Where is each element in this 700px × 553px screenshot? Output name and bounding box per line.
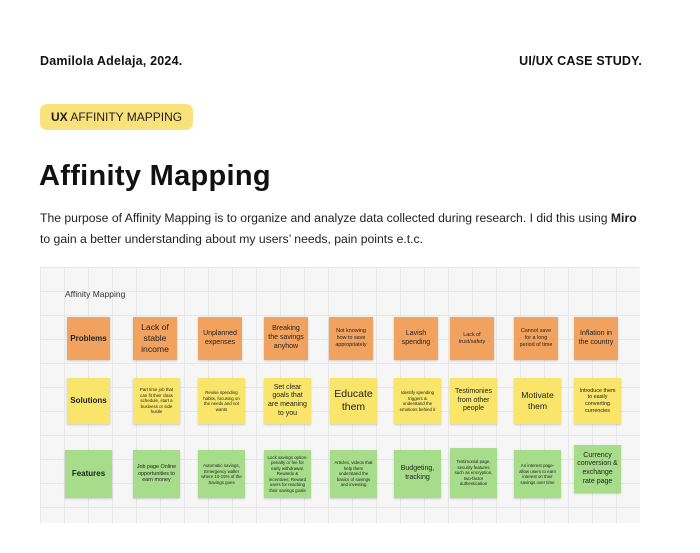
feature-note: Automatic savings, Emergency wallet wher… bbox=[198, 450, 245, 498]
affinity-board: Affinity Mapping Problems Solutions Feat… bbox=[40, 267, 640, 523]
label-features: Features bbox=[65, 450, 112, 498]
page-title: Affinity Mapping bbox=[39, 160, 271, 192]
problem-note: Not knowing how to save appropriately bbox=[329, 317, 373, 360]
badge-text: AFFINITY MAPPING bbox=[67, 110, 183, 124]
feature-note: Lock savings option-penalty or fee for e… bbox=[264, 450, 311, 498]
problem-note: Lavish spending bbox=[394, 317, 438, 360]
solution-note: Set clear goals that are meaning to you bbox=[264, 378, 311, 424]
intro-miro: Miro bbox=[610, 211, 637, 225]
case-study-label: UI/UX CASE STUDY. bbox=[519, 54, 642, 68]
solution-note: Educate them bbox=[330, 378, 377, 424]
badge-strong: UX bbox=[51, 110, 68, 124]
problem-note: Unplanned expenses bbox=[198, 317, 242, 360]
feature-note: An interest page-allow users to earn int… bbox=[514, 450, 561, 498]
label-solutions: Solutions bbox=[67, 378, 110, 424]
feature-note: Testimonial page, security features such… bbox=[450, 448, 497, 498]
section-badge: UX AFFINITY MAPPING bbox=[40, 104, 194, 130]
solution-note: Revise spending habits, focusing on the … bbox=[198, 378, 245, 424]
solution-note: Part time job that can fit their class s… bbox=[133, 378, 180, 424]
solution-note: Identify spending triggers & understand … bbox=[394, 378, 441, 424]
intro-paragraph: The purpose of Affinity Mapping is to or… bbox=[40, 208, 640, 250]
label-problems: Problems bbox=[67, 317, 110, 360]
feature-note: Currency conversion & exchange rate page bbox=[574, 445, 621, 493]
board-title: Affinity Mapping bbox=[65, 289, 126, 299]
problem-note: Cannot save for a long period of time bbox=[514, 317, 558, 360]
feature-note: Job page Online opportunities to earn mo… bbox=[133, 450, 180, 498]
feature-note: Budgeting, tracking bbox=[394, 450, 441, 498]
problem-note: Breaking the savings anyhow bbox=[264, 317, 308, 360]
problem-note: Lack of trust/safety bbox=[450, 317, 494, 360]
problem-note: Lack of stable income bbox=[133, 317, 177, 360]
solution-note: Testimonies from other people bbox=[450, 378, 497, 424]
intro-text-2: to gain a better understanding about my … bbox=[40, 232, 424, 246]
solution-note: Introduce them to easily converting curr… bbox=[574, 378, 621, 424]
feature-note: Articles, videos that help them understa… bbox=[330, 450, 377, 498]
solution-note: Motivate them bbox=[514, 378, 561, 424]
author-credit: Damilola Adelaja, 2024. bbox=[40, 54, 183, 68]
problem-note: Inflation in the country bbox=[574, 317, 618, 360]
intro-text-1: The purpose of Affinity Mapping is to or… bbox=[40, 211, 611, 225]
